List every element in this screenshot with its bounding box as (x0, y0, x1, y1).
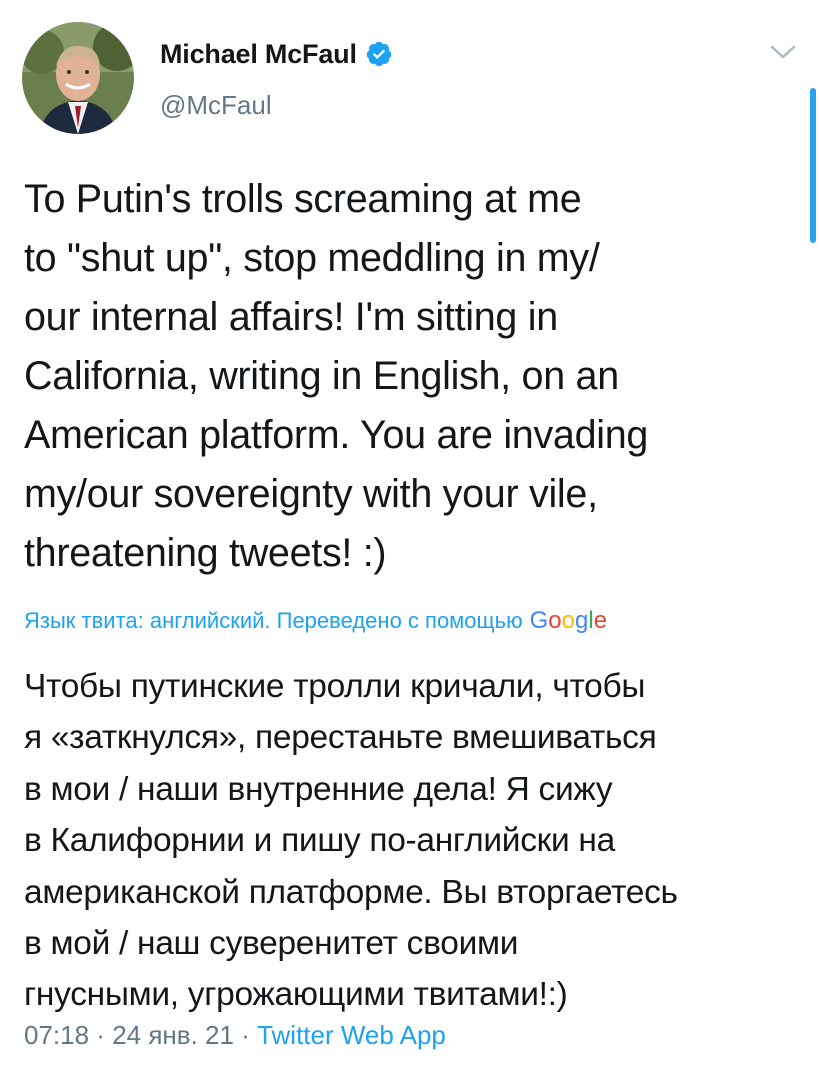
author-handle[interactable]: @McFaul (160, 90, 393, 121)
tweet-author[interactable]: Michael McFaul @McFaul (160, 36, 393, 121)
tweet-meta: 07:18 · 24 янв. 21 · Twitter Web App (24, 1020, 446, 1051)
meta-separator: · (89, 1020, 113, 1050)
tweet-source-link[interactable]: Twitter Web App (257, 1020, 446, 1050)
translation-note-text: Язык твита: английский. Переведено с пом… (24, 608, 523, 633)
tweet-text: To Putin's trolls screaming at me to "sh… (24, 177, 649, 575)
avatar[interactable] (22, 22, 134, 134)
avatar-photo (22, 22, 134, 134)
scrollbar[interactable] (810, 88, 816, 243)
tweet-date[interactable]: 24 янв. 21 (112, 1020, 234, 1050)
meta-separator: · (233, 1020, 258, 1050)
google-logo: Google (529, 607, 608, 634)
author-name-row: Michael McFaul (160, 36, 393, 72)
author-display-name[interactable]: Michael McFaul (160, 39, 357, 70)
verified-badge-icon (366, 41, 391, 67)
translated-text: Чтобы путинские тролли кричали, чтобы я … (24, 668, 678, 1014)
chevron-down-icon[interactable] (770, 44, 796, 60)
tweet-time[interactable]: 07:18 (24, 1020, 89, 1050)
translation-note[interactable]: Язык твита: английский. Переведено с пом… (24, 607, 607, 635)
